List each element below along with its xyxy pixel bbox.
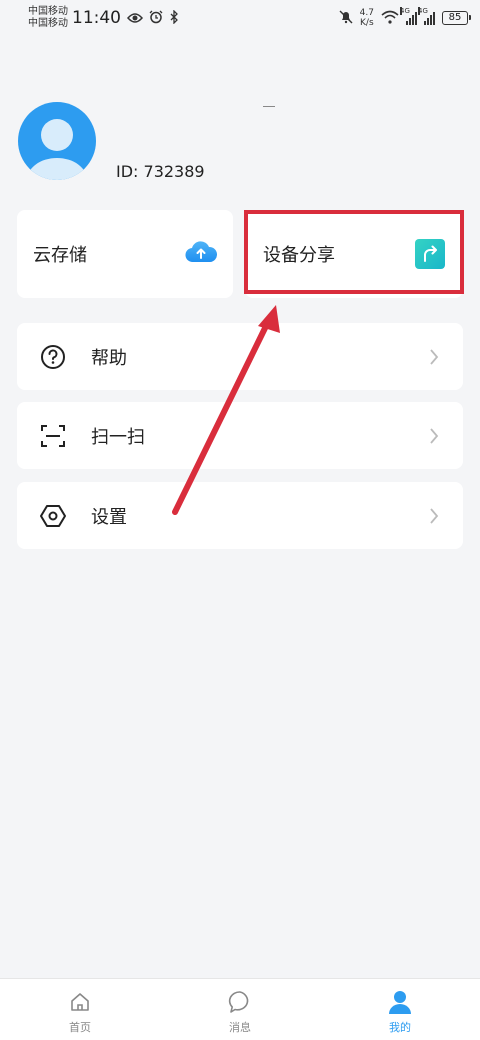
nav-home[interactable]: 首页 bbox=[0, 979, 160, 1040]
network-speed: 4.7 K/s bbox=[360, 8, 374, 28]
carrier-1: 中国移动 bbox=[28, 6, 68, 17]
header-divider bbox=[263, 106, 275, 107]
user-id: ID: 732389 bbox=[116, 162, 205, 181]
nav-profile[interactable]: 我的 bbox=[320, 979, 480, 1040]
nav-label-messages: 消息 bbox=[229, 1021, 251, 1034]
chevron-right-icon bbox=[427, 507, 441, 524]
mute-icon bbox=[339, 9, 353, 28]
message-icon bbox=[227, 989, 253, 1015]
signal-icon-2: 4G bbox=[418, 7, 435, 25]
bottom-nav: 首页 消息 我的 bbox=[0, 978, 480, 1040]
home-icon bbox=[67, 989, 93, 1015]
network-type-2: 4G bbox=[418, 7, 428, 15]
menu-label-scan: 扫一扫 bbox=[91, 426, 145, 448]
network-type-1: 4G bbox=[400, 7, 410, 15]
menu-item-settings[interactable]: 设置 bbox=[17, 482, 463, 549]
carrier-info: 中国移动 中国移动 bbox=[28, 6, 68, 30]
status-bar: 中国移动 中国移动 11:40 4.7 K/s 4G 4G 85 bbox=[0, 0, 480, 36]
cloud-storage-label: 云存储 bbox=[33, 245, 87, 266]
device-share-label: 设备分享 bbox=[263, 245, 335, 266]
battery-icon: 85 bbox=[442, 11, 471, 25]
profile-icon bbox=[387, 989, 413, 1015]
wifi-icon bbox=[381, 9, 399, 28]
cloud-storage-card[interactable]: 云存储 bbox=[17, 210, 233, 298]
menu-label-settings: 设置 bbox=[91, 506, 127, 528]
share-arrow-icon bbox=[415, 239, 445, 269]
menu-item-help[interactable]: 帮助 bbox=[17, 323, 463, 390]
cloud-upload-icon bbox=[185, 240, 218, 268]
speed-value: 4.7 bbox=[359, 8, 374, 18]
scan-icon bbox=[39, 422, 67, 450]
carrier-2: 中国移动 bbox=[28, 18, 68, 29]
device-share-card[interactable]: 设备分享 bbox=[245, 210, 463, 298]
menu-item-scan[interactable]: 扫一扫 bbox=[17, 402, 463, 469]
eye-icon bbox=[127, 9, 143, 28]
bluetooth-icon bbox=[169, 8, 179, 28]
speed-unit: K/s bbox=[360, 18, 374, 28]
nav-label-home: 首页 bbox=[69, 1021, 91, 1034]
avatar[interactable] bbox=[18, 102, 96, 180]
battery-level: 85 bbox=[448, 12, 462, 23]
chevron-right-icon bbox=[427, 427, 441, 444]
nav-label-profile: 我的 bbox=[389, 1021, 411, 1034]
settings-hexagon-icon bbox=[39, 502, 67, 530]
alarm-icon bbox=[149, 9, 163, 28]
signal-icon-1: 4G bbox=[400, 7, 417, 25]
help-circle-icon bbox=[39, 343, 67, 371]
nav-messages[interactable]: 消息 bbox=[160, 979, 320, 1040]
status-time: 11:40 bbox=[72, 8, 121, 28]
menu-label-help: 帮助 bbox=[91, 347, 127, 369]
chevron-right-icon bbox=[427, 348, 441, 365]
